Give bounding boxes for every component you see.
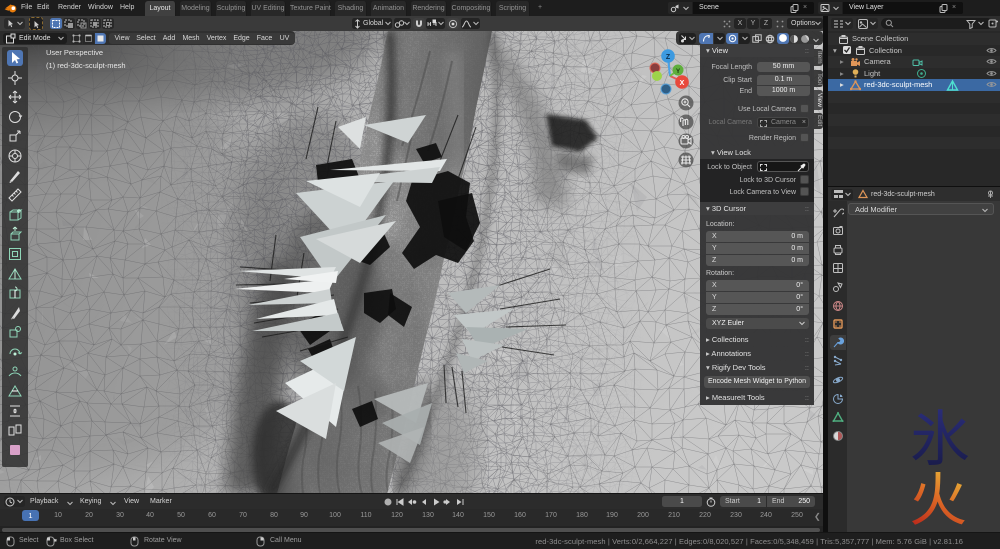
svg-text:Z: Z xyxy=(666,54,671,61)
svg-text:X: X xyxy=(680,80,685,87)
svg-text:Y: Y xyxy=(676,68,681,75)
svg-text:氷: 氷 xyxy=(910,408,970,473)
svg-text:火: 火 xyxy=(909,468,967,533)
